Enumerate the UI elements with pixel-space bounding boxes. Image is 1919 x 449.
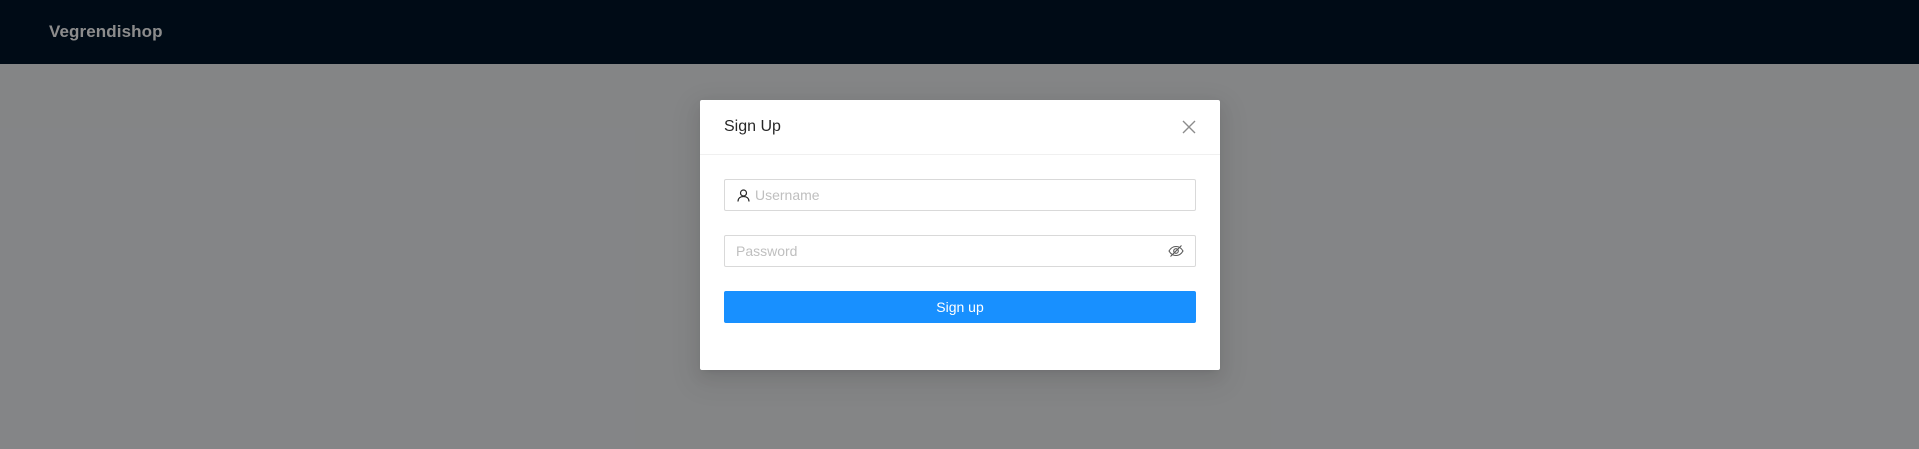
password-input[interactable] [736,243,1168,259]
username-input[interactable] [755,187,1184,203]
signup-button[interactable]: Sign up [724,291,1196,323]
close-icon[interactable] [1174,112,1204,142]
modal-body: Sign up [700,155,1220,347]
user-icon [736,188,750,202]
modal-title: Sign Up [724,118,781,135]
password-field[interactable] [724,235,1196,267]
eye-invisible-icon[interactable] [1168,243,1184,259]
signup-modal: Sign Up Username Sign up [700,100,1220,370]
modal-header: Sign Up [700,100,1220,155]
username-field[interactable] [724,179,1196,211]
